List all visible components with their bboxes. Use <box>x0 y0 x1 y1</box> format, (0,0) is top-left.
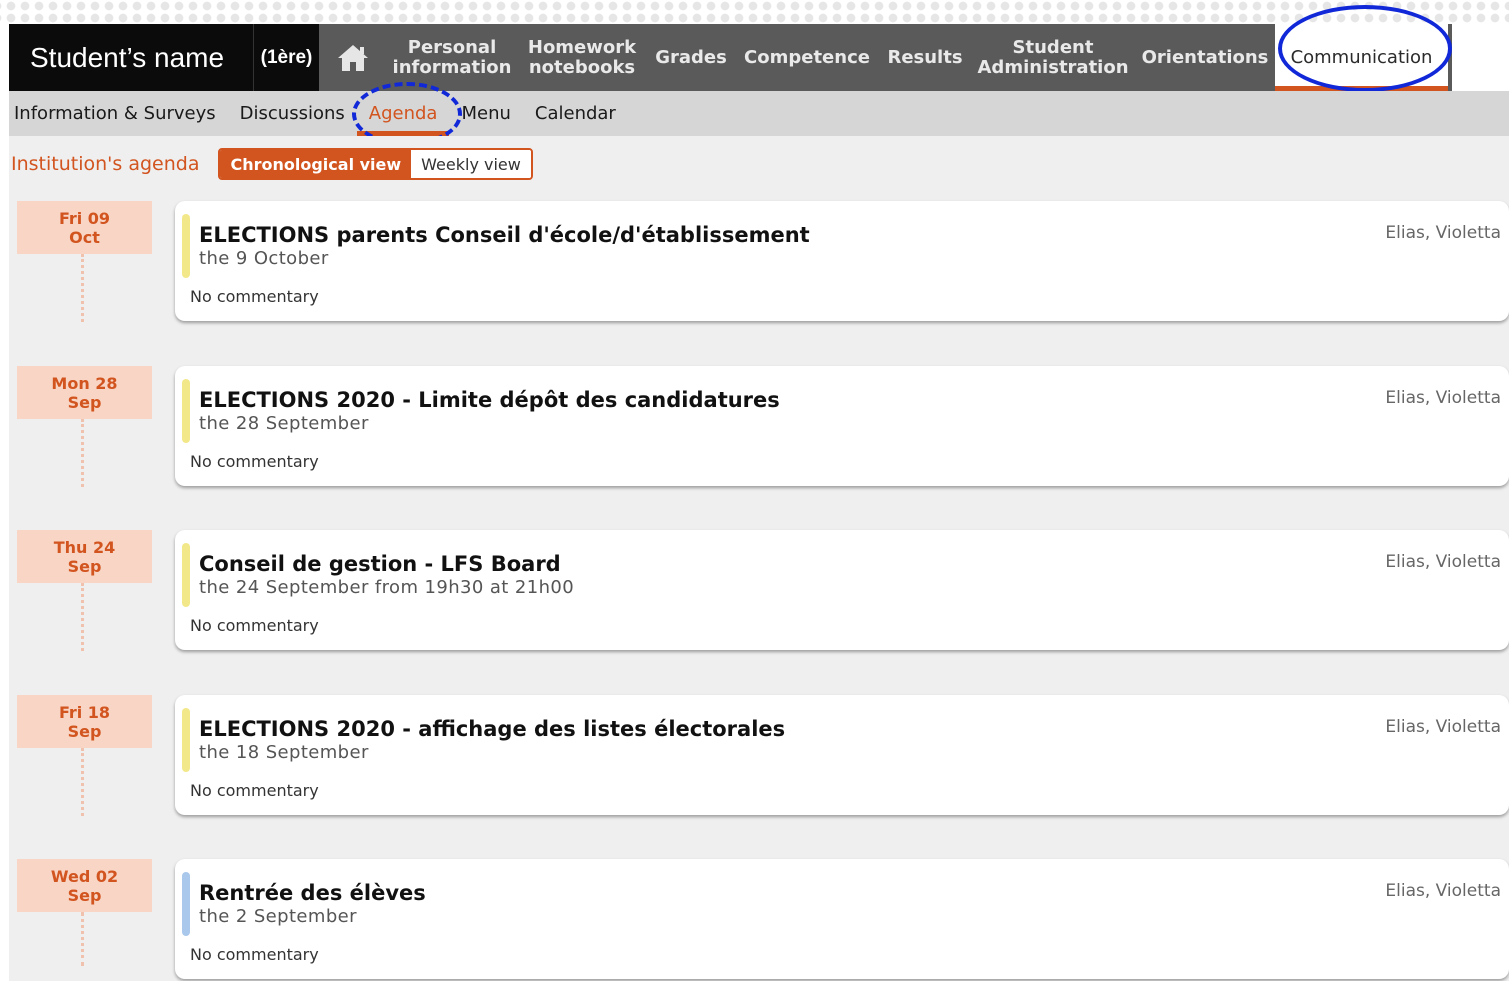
event-month: Sep <box>67 392 102 412</box>
event-author: Elias, Violetta <box>1385 388 1501 408</box>
event-day: Wed 02 <box>50 866 119 886</box>
decorative-dot-pattern <box>0 0 1509 24</box>
home-button[interactable] <box>319 24 387 91</box>
timeline-connector <box>81 583 84 651</box>
subnav-information-surveys[interactable]: Information & Surveys <box>9 91 228 136</box>
event-day: Mon 28 <box>51 373 118 393</box>
timeline-connector <box>81 912 84 966</box>
event-card[interactable]: ELECTIONS 2020 - Limite dépôt des candid… <box>175 366 1509 486</box>
home-icon <box>338 44 368 71</box>
nav-student-administration[interactable]: Student Administration <box>971 24 1135 91</box>
nav-personal-information[interactable]: Personal information <box>387 24 517 91</box>
event-month: Sep <box>67 556 102 576</box>
event-card[interactable]: ELECTIONS parents Conseil d'école/d'étab… <box>175 201 1509 321</box>
event-comment: No commentary <box>190 616 319 635</box>
agenda-event: Fri 18 Sep ELECTIONS 2020 - affichage de… <box>0 695 1509 819</box>
nav-competence[interactable]: Competence <box>735 24 879 91</box>
subnav-discussions[interactable]: Discussions <box>228 91 357 136</box>
nav-grades[interactable]: Grades <box>647 24 735 91</box>
event-category-stripe <box>182 872 190 936</box>
nav-results[interactable]: Results <box>879 24 971 91</box>
agenda-event: Thu 24 Sep Conseil de gestion - LFS Boar… <box>0 530 1509 654</box>
event-comment: No commentary <box>190 781 319 800</box>
event-date-text: the 28 September <box>199 413 369 434</box>
event-comment: No commentary <box>190 287 319 306</box>
event-date-badge: Thu 24 Sep <box>17 530 152 583</box>
chronological-view-button[interactable]: Chronological view <box>220 150 412 178</box>
agenda-header: Institution's agenda Chronological view … <box>11 148 533 180</box>
event-date-badge: Mon 28 Sep <box>17 366 152 419</box>
event-date-badge: Fri 09 Oct <box>17 201 152 254</box>
subnav-agenda[interactable]: Agenda <box>356 91 450 136</box>
event-title: ELECTIONS 2020 - Limite dépôt des candid… <box>199 388 780 412</box>
event-author: Elias, Violetta <box>1385 881 1501 901</box>
timeline-connector <box>81 254 84 322</box>
subnav-calendar[interactable]: Calendar <box>523 91 628 136</box>
timeline-connector <box>81 748 84 816</box>
event-day: Fri 18 <box>58 702 111 722</box>
event-date-text: the 9 October <box>199 248 329 269</box>
subnav-menu[interactable]: Menu <box>449 91 522 136</box>
event-comment: No commentary <box>190 452 319 471</box>
event-date-text: the 24 September from 19h30 at 21h00 <box>199 577 575 598</box>
event-date-badge: Wed 02 Sep <box>17 859 152 912</box>
nav-communication[interactable]: Communication <box>1275 24 1448 91</box>
event-category-stripe <box>182 708 190 772</box>
student-name: Student’s name <box>9 24 253 91</box>
agenda-event: Mon 28 Sep ELECTIONS 2020 - Limite dépôt… <box>0 366 1509 490</box>
agenda-event: Fri 09 Oct ELECTIONS parents Conseil d'é… <box>0 201 1509 325</box>
event-author: Elias, Violetta <box>1385 717 1501 737</box>
event-category-stripe <box>182 214 190 278</box>
event-month: Sep <box>67 885 102 905</box>
view-toggle: Chronological view Weekly view <box>218 148 533 180</box>
event-month: Sep <box>67 721 102 741</box>
nav-homework-notebooks[interactable]: Homework notebooks <box>517 24 647 91</box>
sub-navigation-bar: Information & Surveys Discussions Agenda… <box>9 91 1509 136</box>
event-comment: No commentary <box>190 945 319 964</box>
event-category-stripe <box>182 379 190 443</box>
event-month: Oct <box>69 227 100 247</box>
event-title: Rentrée des élèves <box>199 881 426 905</box>
nav-orientations[interactable]: Orientations <box>1135 24 1275 91</box>
event-date-text: the 18 September <box>199 742 369 763</box>
event-card[interactable]: Rentrée des élèves the 2 September No co… <box>175 859 1509 979</box>
class-label: (1ère) <box>253 24 319 91</box>
agenda-event: Wed 02 Sep Rentrée des élèves the 2 Sept… <box>0 859 1509 981</box>
event-category-stripe <box>182 543 190 607</box>
event-title: ELECTIONS 2020 - affichage des listes él… <box>199 717 786 741</box>
event-day: Fri 09 <box>58 208 111 228</box>
event-date-text: the 2 September <box>199 906 357 927</box>
event-date-badge: Fri 18 Sep <box>17 695 152 748</box>
weekly-view-button[interactable]: Weekly view <box>411 150 531 178</box>
timeline-connector <box>81 419 84 487</box>
top-navigation-bar: Student’s name (1ère) Personal informati… <box>9 24 1452 91</box>
event-card[interactable]: Conseil de gestion - LFS Board the 24 Se… <box>175 530 1509 650</box>
event-card[interactable]: ELECTIONS 2020 - affichage des listes él… <box>175 695 1509 815</box>
agenda-title: Institution's agenda <box>11 153 200 175</box>
event-author: Elias, Violetta <box>1385 223 1501 243</box>
event-title: ELECTIONS parents Conseil d'école/d'étab… <box>199 223 810 247</box>
event-day: Thu 24 <box>53 537 116 557</box>
event-author: Elias, Violetta <box>1385 552 1501 572</box>
event-title: Conseil de gestion - LFS Board <box>199 552 561 576</box>
